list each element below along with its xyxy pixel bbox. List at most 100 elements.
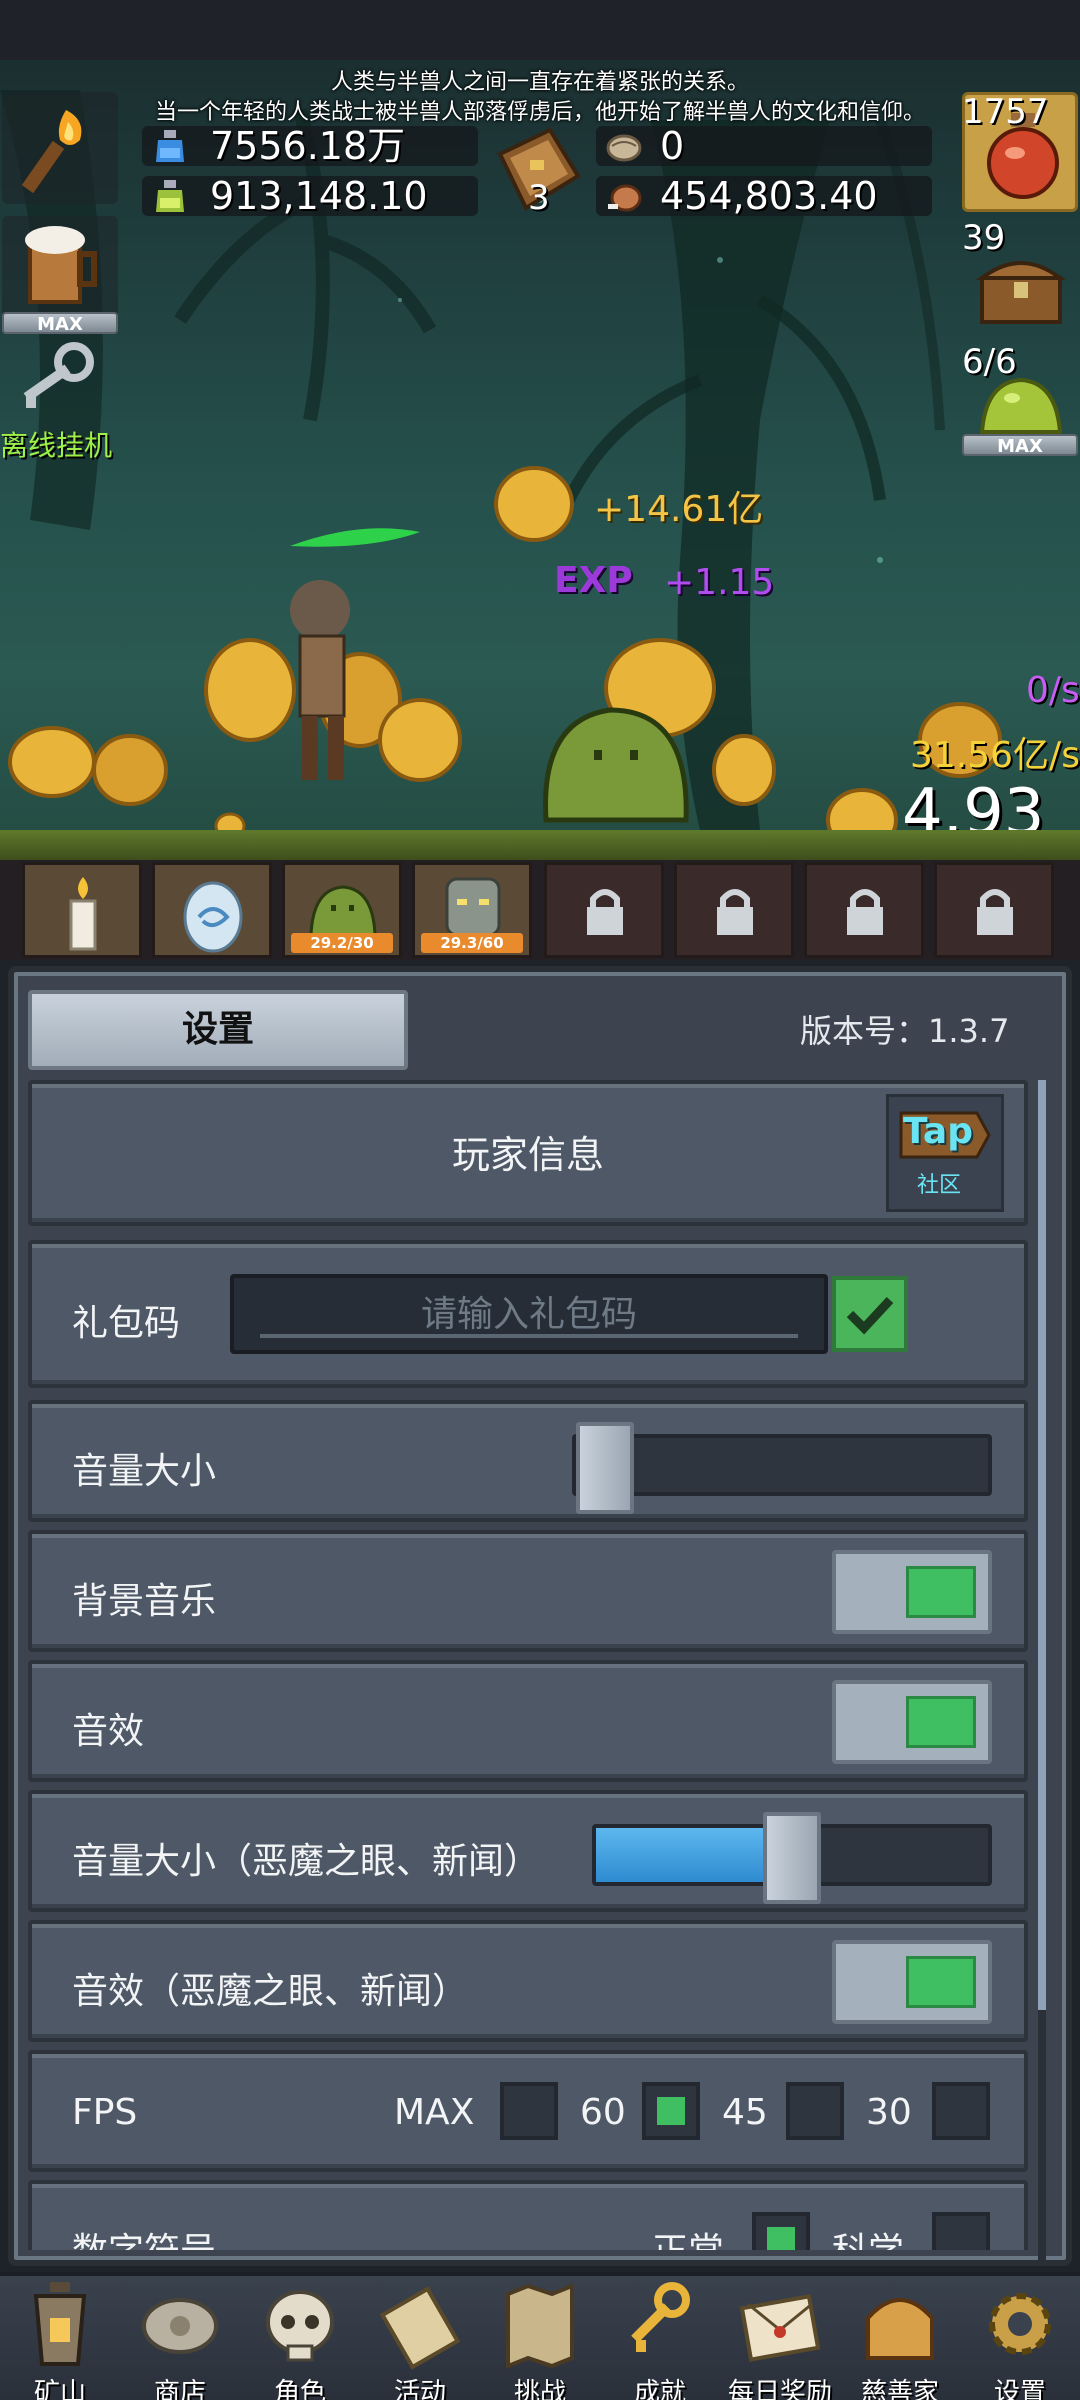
fps-option-60-label: 60 — [580, 2092, 626, 2133]
story-line-1: 人类与半兽人之间一直存在着紧张的关系。 — [330, 70, 749, 95]
volume-demon-slider[interactable] — [592, 1812, 992, 1904]
slime-unit-level: 29.2/30 — [291, 933, 393, 953]
gold-coins-cluster — [8, 466, 1002, 852]
battle-scene[interactable]: 人类与半兽人之间一直存在着紧张的关系。 当一个年轻的人类战士被半兽人部落俘虏后，… — [0, 0, 1080, 960]
nav-shop-label: 商店 — [153, 2378, 206, 2400]
unit-egg[interactable] — [152, 862, 272, 958]
treasure-chest-icon — [976, 261, 1066, 324]
unit-locked-3[interactable] — [804, 862, 924, 958]
number-format-clip: 数字符号 正常 科学 — [28, 2180, 1028, 2250]
settings-scroll-thumb[interactable] — [1038, 1080, 1046, 2010]
slime-count: 6/6 — [962, 342, 1017, 382]
fps-option-max-label: MAX — [394, 2092, 475, 2133]
gift-code-underline — [260, 1334, 798, 1338]
tap-label: Tap — [903, 1111, 973, 1152]
nav-daily-reward[interactable]: 每日奖励 — [720, 2272, 840, 2400]
lock-icon — [977, 889, 1013, 935]
beer-mug-icon — [25, 226, 97, 304]
checkmark-icon — [846, 1296, 894, 1335]
torch-slot[interactable] — [2, 92, 118, 204]
nav-mine[interactable]: 矿山 — [0, 2272, 120, 2400]
fps-label: FPS — [72, 2092, 138, 2133]
shop-stone-icon — [142, 2298, 218, 2354]
offline-key-slot[interactable] — [2, 340, 118, 424]
zombie-unit-level: 29.3/60 — [421, 933, 523, 953]
resource-shell-bar — [596, 126, 932, 166]
sfx-demon-label: 音效（恶魔之眼、新闻） — [72, 1971, 469, 2012]
key-icon — [23, 342, 94, 408]
gold-gain-popup: +14.61亿 — [594, 489, 764, 530]
status-bar-area — [0, 0, 1080, 60]
nav-philanthropist-label: 慈善家 — [860, 2378, 939, 2400]
candle-icon — [69, 877, 97, 951]
fps-option-60-checkbox[interactable] — [642, 2082, 700, 2140]
sfx-toggle[interactable] — [832, 1680, 992, 1764]
yellow-potion-icon — [156, 180, 184, 212]
bgm-label: 背景音乐 — [72, 1581, 217, 1622]
nav-character[interactable]: 角色 — [240, 2272, 360, 2400]
map-icon — [506, 2283, 574, 2369]
unit-slime[interactable]: 29.2/30 — [282, 862, 402, 958]
nav-character-label: 角色 — [273, 2378, 326, 2400]
unit-candle[interactable] — [22, 862, 142, 958]
gift-code-confirm-button[interactable] — [832, 1276, 908, 1352]
gift-code-input[interactable] — [234, 1278, 824, 1350]
unit-locked-1[interactable] — [544, 862, 664, 958]
bread-icon — [866, 2298, 934, 2360]
gear-icon — [989, 2293, 1051, 2355]
shell-value: 0 — [660, 124, 685, 168]
gift-code-input-box[interactable] — [230, 1274, 828, 1354]
sfx-label: 音效 — [72, 1711, 145, 1752]
nav-settings-label: 设置 — [993, 2378, 1046, 2400]
fps-option-45-checkbox[interactable] — [786, 2082, 844, 2140]
nav-philanthropist[interactable]: 慈善家 — [840, 2272, 960, 2400]
gold-rate: 31.56亿/s — [910, 735, 1080, 776]
exp-tag: EXP — [554, 560, 633, 601]
exp-gain-popup: +1.15 — [664, 562, 775, 603]
tap-sub-label: 社区 — [917, 1173, 962, 1198]
nav-settings[interactable]: 设置 — [960, 2272, 1080, 2400]
nav-shop[interactable]: 商店 — [120, 2272, 240, 2400]
tap-community-button[interactable]: Tap 社区 — [886, 1094, 1004, 1212]
bgm-toggle[interactable] — [832, 1550, 992, 1634]
scroll-icon — [380, 2286, 460, 2370]
number-format-label: 数字符号 — [72, 2222, 216, 2250]
volume-label: 音量大小 — [72, 1451, 217, 1492]
unit-zombie[interactable]: 29.3/60 — [412, 862, 532, 958]
sfx-demon-row: 音效（恶魔之眼、新闻） — [28, 1920, 1028, 2042]
player-info-row[interactable]: 玩家信息 Tap 社区 — [28, 1080, 1028, 1226]
unit-locked-4[interactable] — [934, 862, 1054, 958]
numfmt-normal-checkbox[interactable] — [752, 2212, 810, 2250]
number-format-row: 数字符号 正常 科学 — [28, 2180, 1028, 2250]
settings-scrollbar[interactable] — [1038, 1080, 1046, 2260]
player-info-label: 玩家信息 — [451, 1133, 604, 1177]
numfmt-scientific-checkbox[interactable] — [932, 2212, 990, 2250]
settings-title-tab[interactable]: 设置 — [28, 990, 408, 1070]
unit-locked-2[interactable] — [674, 862, 794, 958]
spellbook-count: 3 — [528, 178, 550, 218]
skull-icon — [266, 2290, 334, 2362]
nav-achievements[interactable]: 成就 — [600, 2272, 720, 2400]
nav-challenge[interactable]: 挑战 — [480, 2272, 600, 2400]
fps-option-30-checkbox[interactable] — [932, 2082, 990, 2140]
gift-code-label: 礼包码 — [72, 1303, 181, 1344]
fps-option-max-checkbox[interactable] — [500, 2082, 558, 2140]
volume-demon-slider-knob[interactable] — [763, 1812, 821, 1904]
volume-slider[interactable] — [572, 1422, 992, 1514]
sfx-demon-toggle-knob — [906, 1956, 976, 2008]
exp-rate: 0/s — [1026, 670, 1080, 711]
nav-challenge-label: 挑战 — [513, 2378, 566, 2400]
volume-slider-knob[interactable] — [576, 1422, 634, 1514]
blue-potion-value: 7556.18万 — [210, 124, 406, 168]
meat-value: 454,803.40 — [660, 174, 878, 218]
bgm-row: 背景音乐 — [28, 1530, 1028, 1652]
lantern-icon — [33, 2282, 87, 2366]
nav-events-label: 活动 — [393, 2378, 446, 2400]
nav-mine-label: 矿山 — [33, 2378, 86, 2400]
sfx-demon-toggle[interactable] — [832, 1940, 992, 2024]
nav-events[interactable]: 活动 — [360, 2272, 480, 2400]
bgm-toggle-knob — [906, 1566, 976, 1618]
nav-daily-reward-label: 每日奖励 — [727, 2378, 832, 2400]
blue-potion-icon — [156, 130, 184, 162]
golden-key-icon — [631, 2282, 690, 2352]
